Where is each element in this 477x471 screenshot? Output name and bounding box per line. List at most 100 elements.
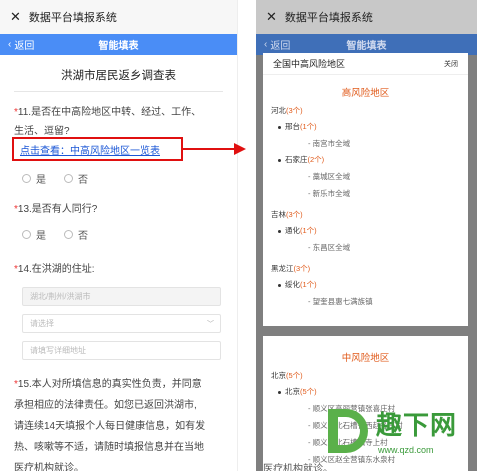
modal-divider [263, 326, 468, 336]
close-icon[interactable]: ✕ [266, 9, 277, 25]
province-row: 黑龙江(3个) [263, 262, 468, 275]
nav-title: 智能填表 [98, 41, 139, 52]
question-11-text-line1: 11.是否在中高险地区中转、经过、工作、 [17, 107, 202, 118]
region-field[interactable]: 湖北/荆州/洪湖市 [22, 287, 221, 306]
radio-icon [22, 173, 31, 183]
question-15-line3: 请连续14天填报个人每日健康信息，如有发 [14, 421, 206, 432]
wechat-title: 数据平台填报系统 [28, 12, 117, 24]
wechat-title: 数据平台填报系统 [284, 12, 373, 24]
area-row: - 东昌区全域 [263, 241, 468, 254]
area-row: - 新乐市全域 [263, 187, 468, 200]
radio-icon [64, 173, 73, 183]
left-phone-screen: ✕ 数据平台填报系统 ‹ 返回 智能填表 洪湖市居民返乡调查表 *11.是否在中… [0, 0, 238, 471]
form-title: 洪湖市居民返乡调查表 [14, 55, 223, 92]
bullet-icon [278, 283, 281, 287]
back-button[interactable]: ‹ 返回 [0, 37, 34, 52]
nav-bar: ‹ 返回 智能填表 [256, 34, 477, 55]
right-phone-screen: ✕ 数据平台填报系统 ‹ 返回 智能填表 全国中高风险地区 关闭 高风险地区 河… [256, 0, 477, 471]
bullet-icon [278, 125, 281, 129]
question-15-line4: 热、咳嗽等不适，请随时填报信息并在当地 [14, 442, 204, 453]
address-input[interactable]: 请填写详细地址 [22, 341, 221, 360]
question-13-text: 13.是否有人同行? [17, 204, 98, 215]
area-name: 望奎县惠七满族镇 [312, 297, 373, 306]
arrow-right-icon [234, 143, 246, 155]
area-row: - 顺义区北石槽镇西赵各庄村 [263, 419, 468, 432]
radio-icon [64, 229, 73, 239]
bullet-icon [278, 229, 281, 233]
area-name: 顺义区北石槽镇寺上村 [312, 438, 388, 447]
chevron-left-icon: ‹ [264, 39, 268, 50]
area-row: - 顺义区高丽营镇张喜庄村 [263, 402, 468, 415]
province-name: 河北 [271, 106, 286, 115]
city-count: (1个) [300, 280, 317, 289]
province-row: 河北(3个) [263, 104, 468, 117]
area-row: - 藁城区全域 [263, 170, 468, 183]
high-risk-title: 高风险地区 [341, 88, 390, 99]
bottom-text: 医疗机构就诊。 [263, 464, 333, 471]
question-13-options: 是 否 [0, 224, 237, 244]
question-15-line1: 15.本人对所填信息的真实性负责，并同意 [17, 379, 202, 390]
city-row: 石家庄(2个) [263, 153, 468, 166]
question-13: *13.是否有人同行? [0, 200, 237, 219]
city-row: 邢台(1个) [263, 120, 468, 133]
area-row: - 顺义区北石槽镇寺上村 [263, 436, 468, 449]
back-button[interactable]: ‹ 返回 [256, 37, 290, 52]
chevron-left-icon: ‹ [8, 39, 12, 50]
option-no[interactable]: 否 [64, 227, 88, 242]
option-label: 是 [36, 174, 46, 186]
street-select[interactable]: 请选择 ﹀ [22, 314, 221, 333]
mid-risk-list: 北京(5个) 北京(5个) - 顺义区高丽营镇张喜庄村 - 顺义区北石槽镇西赵各庄村 -… [263, 369, 468, 471]
nav-bar: ‹ 返回 智能填表 [0, 34, 237, 55]
city-row: 北京(5个) [263, 385, 468, 398]
option-label: 否 [78, 230, 88, 242]
back-label: 返回 [14, 41, 35, 52]
area-name: 顺义区高丽营镇张喜庄村 [312, 404, 396, 413]
question-11-options: 是 否 [0, 168, 237, 188]
risk-area-link-text[interactable]: 点击查看：中高风险地区一览表 [20, 142, 160, 157]
province-count: (3个) [286, 210, 303, 219]
province-row: 北京(5个) [263, 369, 468, 382]
area-name: 顺义区北石槽镇西赵各庄村 [312, 421, 403, 430]
annotation-arrow-line [183, 148, 237, 150]
high-risk-list: 河北(3个) 邢台(1个) - 南宫市全域 石家庄(2个) - 藁城区全域 - 新乐市全域… [263, 104, 468, 314]
province-count: (3个) [293, 264, 311, 273]
wechat-title-bar: ✕ 数据平台填报系统 [256, 0, 477, 34]
province-name: 黑龙江 [271, 264, 294, 273]
province-name: 吉林 [271, 210, 286, 219]
city-name: 通化 [285, 226, 300, 235]
modal-header: 全国中高风险地区 关闭 [263, 53, 468, 75]
address-input-placeholder: 请填写详细地址 [30, 346, 86, 355]
city-count: (5个) [300, 387, 317, 396]
street-select-placeholder: 请选择 [30, 319, 54, 328]
city-row: 绥化(1个) [263, 278, 468, 291]
province-count: (5个) [286, 371, 303, 380]
region-field-placeholder: 湖北/荆州/洪湖市 [30, 292, 91, 301]
bullet-icon [278, 390, 281, 394]
question-14-text: 14.在洪湖的住址: [17, 264, 95, 275]
option-yes[interactable]: 是 [22, 227, 46, 242]
option-yes[interactable]: 是 [22, 171, 46, 186]
area-name: 藁城区全域 [312, 172, 351, 181]
city-name: 邢台 [285, 122, 300, 131]
option-label: 是 [36, 230, 46, 242]
modal-close-button[interactable]: 关闭 [444, 59, 458, 69]
back-label: 返回 [270, 41, 291, 52]
area-row: - 南宫市全域 [263, 137, 468, 150]
city-row: 通化(1个) [263, 224, 468, 237]
question-15: *15.本人对所填信息的真实性负责，并同意 承担相应的法律责任。如您已返回洪湖市… [0, 374, 237, 471]
close-icon[interactable]: ✕ [10, 9, 21, 25]
city-count: (1个) [300, 122, 317, 131]
option-label: 否 [78, 174, 88, 186]
area-name: 新乐市全域 [312, 189, 351, 198]
option-no[interactable]: 否 [64, 171, 88, 186]
city-name: 石家庄 [285, 155, 308, 164]
area-name: 南宫市全域 [312, 139, 351, 148]
area-row: - 望奎县惠七满族镇 [263, 295, 468, 308]
province-row: 吉林(3个) [263, 208, 468, 221]
question-11: *11.是否在中高险地区中转、经过、工作、 生活、逗留? [0, 103, 237, 141]
wechat-title-bar: ✕ 数据平台填报系统 [0, 0, 237, 34]
risk-area-link[interactable]: 点击查看：中高风险地区一览表 [12, 137, 183, 161]
province-count: (3个) [286, 106, 303, 115]
city-name: 北京 [285, 387, 300, 396]
modal-title: 全国中高风险地区 [273, 59, 346, 69]
